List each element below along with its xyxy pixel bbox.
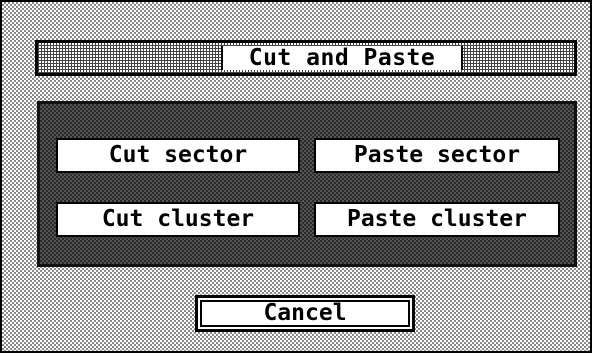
dialog-title-bar: Cut and Paste xyxy=(35,40,577,76)
paste-sector-button[interactable]: Paste sector xyxy=(314,138,560,173)
paste-cluster-button[interactable]: Paste cluster xyxy=(314,202,560,237)
dialog-title: Cut and Paste xyxy=(221,46,463,70)
action-panel: Cut sector Paste sector Cut cluster Past… xyxy=(37,101,577,267)
cut-sector-button[interactable]: Cut sector xyxy=(56,138,300,173)
cancel-button[interactable]: Cancel xyxy=(195,295,415,332)
cut-cluster-button[interactable]: Cut cluster xyxy=(56,202,300,237)
cut-and-paste-dialog: Cut and Paste Cut sector Paste sector Cu… xyxy=(0,0,592,353)
